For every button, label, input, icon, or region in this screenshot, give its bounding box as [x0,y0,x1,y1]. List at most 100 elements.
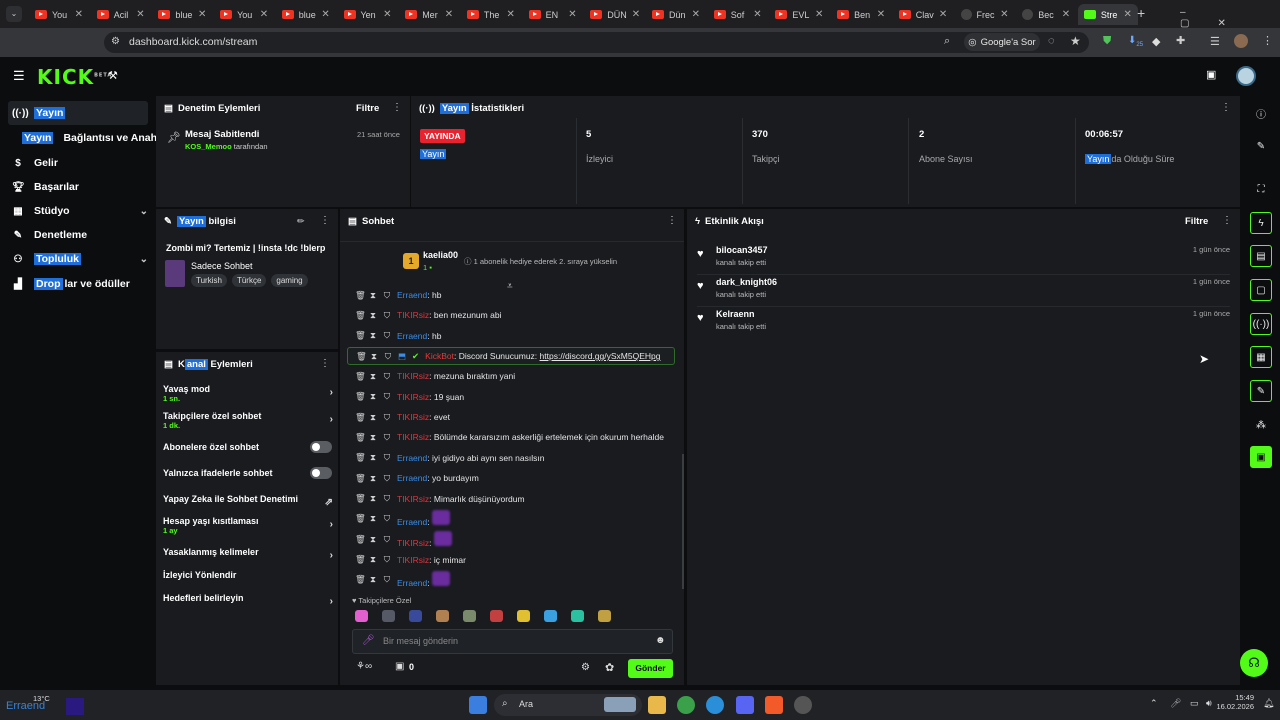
delete-icon[interactable]: 🗑︎ [355,554,366,565]
infinity-points-icon[interactable]: ⚘∞ [356,661,372,672]
chat-username[interactable]: TIKIRsiz [397,555,429,565]
browser-tab[interactable]: Dün ✕ [646,4,706,25]
extension-badge-icon[interactable]: ⬇25 [1128,35,1143,48]
emote[interactable] [517,610,530,622]
delete-icon[interactable]: 🗑︎ [355,290,366,301]
close-tab-icon[interactable]: ✕ [568,9,576,20]
ban-shield-icon[interactable]: ⛉ [384,351,392,362]
tag[interactable]: gaming [271,274,308,287]
chat-username[interactable]: TIKIRsiz [397,432,429,442]
store-icon[interactable]: ▣ [395,661,404,672]
broadcast-rail-icon[interactable]: ((·)) [1250,313,1272,335]
network-icon[interactable]: ▭ [1190,698,1199,709]
url-text[interactable]: dashboard.kick.com/stream [129,36,257,48]
obs-icon[interactable] [794,696,812,714]
close-tab-icon[interactable]: ✕ [445,9,453,20]
chat-username[interactable]: Erraend [397,473,427,483]
brave-icon[interactable] [765,696,783,714]
setting-raid[interactable]: İzleyici Yönlendir [163,570,333,580]
sidebar-item-studyo[interactable]: ▦ Stüdyo ⌄ [8,199,148,223]
chat-message[interactable]: 🗑︎ ⧗ ⛉ Erraend: hb [355,286,441,304]
chat-scrollbar[interactable] [682,454,684,589]
close-tab-icon[interactable]: ✕ [939,9,947,20]
close-tab-icon[interactable]: ✕ [1000,9,1008,20]
tag[interactable]: Turkish [191,274,227,287]
setting-goals[interactable]: Hedefleri belirleyin › [163,593,333,607]
support-headset-icon[interactable]: ☊ [1240,649,1268,677]
timeout-icon[interactable]: ⧗ [369,412,377,423]
more-options-icon[interactable]: ⋮ [392,102,402,113]
edit-pencil-icon[interactable]: ✏ [297,216,305,227]
more-options-icon[interactable]: ⋮ [320,215,330,226]
file-explorer-icon[interactable] [648,696,666,714]
media-control-icon[interactable]: ☰ [1210,35,1220,48]
browser-tab[interactable]: Mer ✕ [399,4,459,25]
mic-tray-icon[interactable]: 🎤︎ [1170,698,1181,709]
mod-view-icon[interactable]: ▣ [1206,68,1216,81]
pin-tool-icon[interactable]: ⚒ [108,69,118,82]
ban-shield-icon[interactable]: ⛉ [383,554,391,565]
browser-tab[interactable]: EVL ✕ [769,4,829,25]
edge-icon[interactable] [706,696,724,714]
close-tab-icon[interactable]: ✕ [877,9,885,20]
more-options-icon[interactable]: ⋮ [667,215,677,226]
emote[interactable] [490,610,503,622]
chat-message[interactable]: 🗑︎ ⧗ ⛉ TIKIRsiz: Bölümde kararsızım askerli… [355,428,664,446]
chat-message[interactable]: 🗑︎ ⧗ ⛉ Erraend: [355,510,450,528]
chat-username[interactable]: TIKIRsiz [397,494,429,504]
close-tab-icon[interactable]: ✕ [815,9,823,20]
sidebar-item-yayin[interactable]: ((·)) Yayın [8,101,148,125]
chat-username[interactable]: TIKIRsiz [397,538,429,548]
close-tab-icon[interactable]: ✕ [692,9,700,20]
user-avatar[interactable] [1236,66,1256,86]
ban-shield-icon[interactable]: ⛉ [383,473,391,484]
extensions-puzzle-icon[interactable]: ✚ [1176,34,1185,47]
emote[interactable] [355,610,368,622]
delete-icon[interactable]: 🗑︎ [355,371,366,382]
more-options-icon[interactable]: ⋮ [320,358,330,369]
ban-shield-icon[interactable]: ⛉ [383,574,391,585]
tab-search-button[interactable]: ⌄ [6,6,22,22]
chat-username[interactable]: Erraend [397,331,427,341]
send-button[interactable]: Gönder [628,659,673,678]
chat-message[interactable]: 🗑︎ ⧗ ⛉ Erraend: [355,571,450,589]
kick-logo[interactable]: KICKBETA [37,65,112,89]
close-tab-icon[interactable]: ✕ [260,9,268,20]
chat-message[interactable]: 🗑︎ ⧗ ⛉ Erraend: iyi gidiyo abi aynı sen nas… [355,449,544,467]
chat-username[interactable]: KickBot [425,351,454,361]
close-tab-icon[interactable]: ✕ [632,9,640,20]
edit-icon[interactable]: ✎ [1250,135,1272,157]
browser-tab[interactable]: Stre ✕ [1077,4,1138,25]
emote[interactable] [382,610,395,622]
delete-icon[interactable]: 🗑︎ [355,574,366,585]
chat-message[interactable]: 🗑︎ ⧗ ⛉ Erraend: yo burdayım [355,469,479,487]
hamburger-menu-icon[interactable]: ☰ [13,68,25,84]
sidebar-item-basarilar[interactable]: 🏆︎ Başarılar [8,175,148,199]
taskbar-search[interactable]: ⌕ Ara [494,694,642,716]
delete-icon[interactable]: 🗑︎ [355,310,366,321]
delete-icon[interactable]: 🗑︎ [355,452,366,463]
filter-button[interactable]: Filtre [1185,216,1208,227]
more-options-icon[interactable]: ⋮ [1221,102,1231,113]
setting-banned-words[interactable]: Yasaklanmış kelimeler › [163,547,333,561]
emote[interactable] [436,610,449,622]
more-options-icon[interactable]: ⋮ [1222,215,1232,226]
browser-tab[interactable]: You ✕ [29,4,89,25]
profile-avatar[interactable] [1234,34,1248,48]
chat-username[interactable]: TIKIRsiz [397,392,429,402]
browser-tab[interactable]: You ✕ [214,4,274,25]
chat-message[interactable]: 🗑︎ ⧗ ⛉ TIKIRsiz: mezuna bıraktım yani [355,367,515,385]
emote[interactable] [409,610,422,622]
ban-shield-icon[interactable]: ⛉ [383,371,391,382]
browser-tab[interactable]: Yen ✕ [338,4,398,25]
bookmark-star-icon[interactable]: ★ [1070,34,1081,48]
browser-menu-icon[interactable]: ⋮ [1262,34,1273,47]
timeout-icon[interactable]: ⧗ [369,432,377,443]
delete-icon[interactable]: 🗑︎ [355,534,366,545]
delete-icon[interactable]: 🗑︎ [355,330,366,341]
timeout-icon[interactable]: ⧗ [369,290,377,301]
close-tab-icon[interactable]: ✕ [75,9,83,20]
timeout-icon[interactable]: ⧗ [369,371,377,382]
notes-icon[interactable]: ▤ [1250,245,1272,267]
timeout-icon[interactable]: ⧗ [369,534,377,545]
